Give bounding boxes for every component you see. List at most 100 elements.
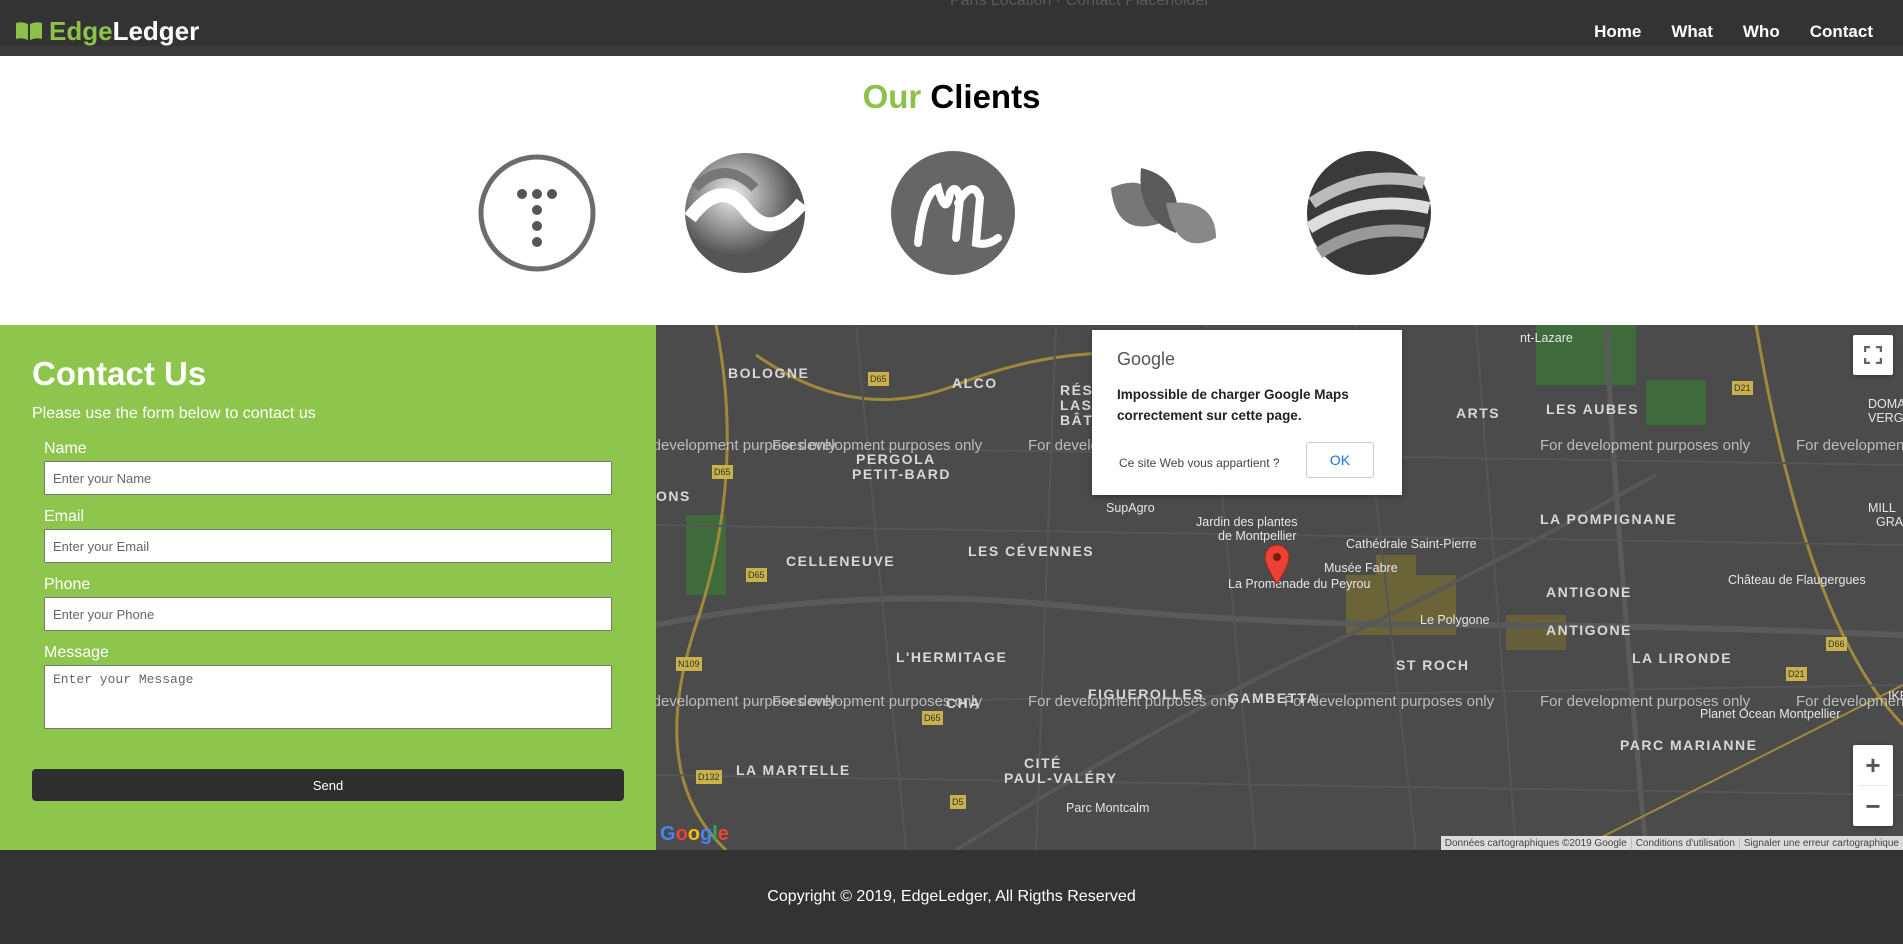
zoom-out-button[interactable]: − (1853, 786, 1893, 826)
map-poi: MILL (1868, 501, 1896, 515)
road-label: D132 (696, 770, 722, 784)
report-error-link[interactable]: Signaler une erreur cartographique (1738, 837, 1903, 849)
road-label: D66 (1826, 637, 1847, 651)
nav-contact-link[interactable]: Contact (1810, 22, 1873, 42)
road-label: D65 (712, 465, 733, 479)
map-watermark: For development purposes only (1796, 437, 1903, 454)
map-poi: Château de Flaugergues (1728, 573, 1866, 587)
phone-input[interactable] (44, 597, 612, 631)
road-label: D65 (868, 372, 889, 386)
copyright-text: Copyright © 2019, EdgeLedger, All Rigths… (767, 888, 1136, 905)
phone-label: Phone (44, 576, 91, 593)
map-poi: Jardin des plantes (1196, 515, 1298, 529)
clients-heading: Our Clients (0, 78, 1903, 116)
dialog-google-brand: Google (1117, 349, 1176, 369)
map-place: PARC MARIANNE (1620, 737, 1758, 753)
map-attribution: Données cartographiques ©2019 Google Con… (1440, 836, 1903, 850)
map-place: LA POMPIGNANE (1540, 511, 1678, 527)
map-marker-icon[interactable] (1263, 543, 1291, 585)
road-label: D65 (746, 568, 767, 582)
nav-bg-text: Paris Location · Contact Placeholder (950, 0, 1210, 9)
clients-heading-part1: Our (862, 78, 922, 115)
email-input[interactable] (44, 529, 612, 563)
clients-heading-part2: Clients (930, 78, 1041, 115)
dialog-ok-button[interactable]: OK (1306, 442, 1374, 478)
map-poi: de Montpellier (1218, 529, 1297, 543)
map-place: ANTIGONE (1546, 584, 1632, 600)
map-place: PETIT-BARD (852, 466, 951, 482)
main-menu: Home What Who Contact (1564, 22, 1873, 42)
terms-link[interactable]: Conditions d'utilisation (1630, 837, 1739, 849)
brand-name-part1: Edge (49, 16, 113, 46)
map-poi: Le Polygone (1420, 613, 1490, 627)
wave-sphere-logo (684, 153, 808, 273)
map-watermark: For development purposes only (772, 693, 983, 710)
nav-home-link[interactable]: Home (1594, 22, 1641, 42)
road-label: D5 (950, 795, 966, 809)
ribbon-sphere-logo (1305, 151, 1431, 275)
contact-title: Contact Us (32, 355, 207, 392)
map-place: ST ROCH (1396, 657, 1470, 673)
map-watermark: For development purposes only (1028, 693, 1239, 710)
message-label: Message (44, 644, 109, 661)
road-label: N109 (676, 657, 702, 671)
map-place: ANTIGONE (1546, 622, 1632, 638)
top-navbar: Paris Location · Contact Placeholder Edg… (0, 0, 1903, 56)
map-place: LA MARTELLE (736, 762, 851, 778)
nav-what-link[interactable]: What (1671, 22, 1713, 42)
map-poi: GRA (1876, 515, 1903, 529)
contact-subtitle: Please use the form below to contact us (32, 405, 316, 422)
map-place: ONS (656, 488, 691, 504)
map-place: CITÉ (1024, 755, 1062, 771)
road-label: D65 (922, 711, 943, 725)
road-label: D21 (1732, 381, 1753, 395)
zoom-control: + − (1853, 745, 1893, 826)
map-poi: DOMA (1868, 397, 1903, 411)
brand-name: EdgeLedger (49, 18, 199, 44)
t-dots-logo (478, 154, 596, 272)
email-label: Email (44, 508, 85, 525)
map-error-dialog: Google Impossible de charger Google Maps… (1092, 330, 1402, 495)
map-place: CELLENEUVE (786, 553, 896, 569)
map-watermark: For development purposes only (1796, 693, 1903, 710)
name-input[interactable] (44, 461, 612, 495)
book-icon (16, 22, 42, 40)
client-logos (0, 148, 1903, 278)
map-poi: Cathédrale Saint-Pierre (1346, 537, 1477, 551)
map-place: BOLOGNE (728, 365, 810, 381)
footer: Copyright © 2019, EdgeLedger, All Rigths… (0, 850, 1903, 944)
zoom-in-button[interactable]: + (1853, 745, 1893, 785)
contact-section: Contact Us Please use the form below to … (0, 325, 656, 850)
map-poi: La Promenade du Peyrou (1228, 577, 1371, 591)
map-data-credit: Données cartographiques ©2019 Google (1444, 837, 1627, 849)
map-poi: SupAgro (1106, 501, 1155, 515)
map-place: LA LIRONDE (1632, 650, 1733, 666)
map-poi: Musée Fabre (1324, 561, 1398, 575)
fullscreen-button[interactable] (1853, 335, 1893, 375)
map-watermark: For development purposes only (1540, 437, 1751, 454)
road-label: D21 (1786, 667, 1807, 681)
map-poi: nt-Lazare (1520, 331, 1573, 345)
send-button[interactable]: Send (32, 769, 624, 801)
brand-name-part2: Ledger (112, 16, 200, 46)
brand-logo-link[interactable]: EdgeLedger (15, 18, 199, 44)
map-place: L'HERMITAGE (896, 649, 1008, 665)
nav-who-link[interactable]: Who (1743, 22, 1780, 42)
map-poi: VERG (1868, 411, 1903, 425)
google-map[interactable]: BOLOGNE ALCO RÉSIDE LAS RÉ BÂTIM PERGOLA… (656, 325, 1903, 850)
map-place: ALCO (952, 375, 998, 391)
leaves-logo (1111, 168, 1216, 244)
google-logo: Google (660, 823, 729, 845)
map-place: LES AUBES (1546, 401, 1640, 417)
fullscreen-icon (1864, 346, 1882, 364)
map-poi: Parc Montcalm (1066, 801, 1150, 815)
map-watermark: For development purposes only (1284, 693, 1495, 710)
map-place: ARTS (1456, 405, 1501, 421)
dialog-message: Impossible de charger Google Maps correc… (1117, 387, 1349, 423)
map-watermark: For development purposes only (1540, 693, 1751, 710)
m-script-logo (891, 151, 1015, 275)
dialog-own-site-link[interactable]: Ce site Web vous appartient ? (1119, 456, 1280, 470)
name-label: Name (44, 440, 87, 457)
message-textarea[interactable] (44, 665, 612, 729)
map-watermark: For development purposes only (772, 437, 983, 454)
